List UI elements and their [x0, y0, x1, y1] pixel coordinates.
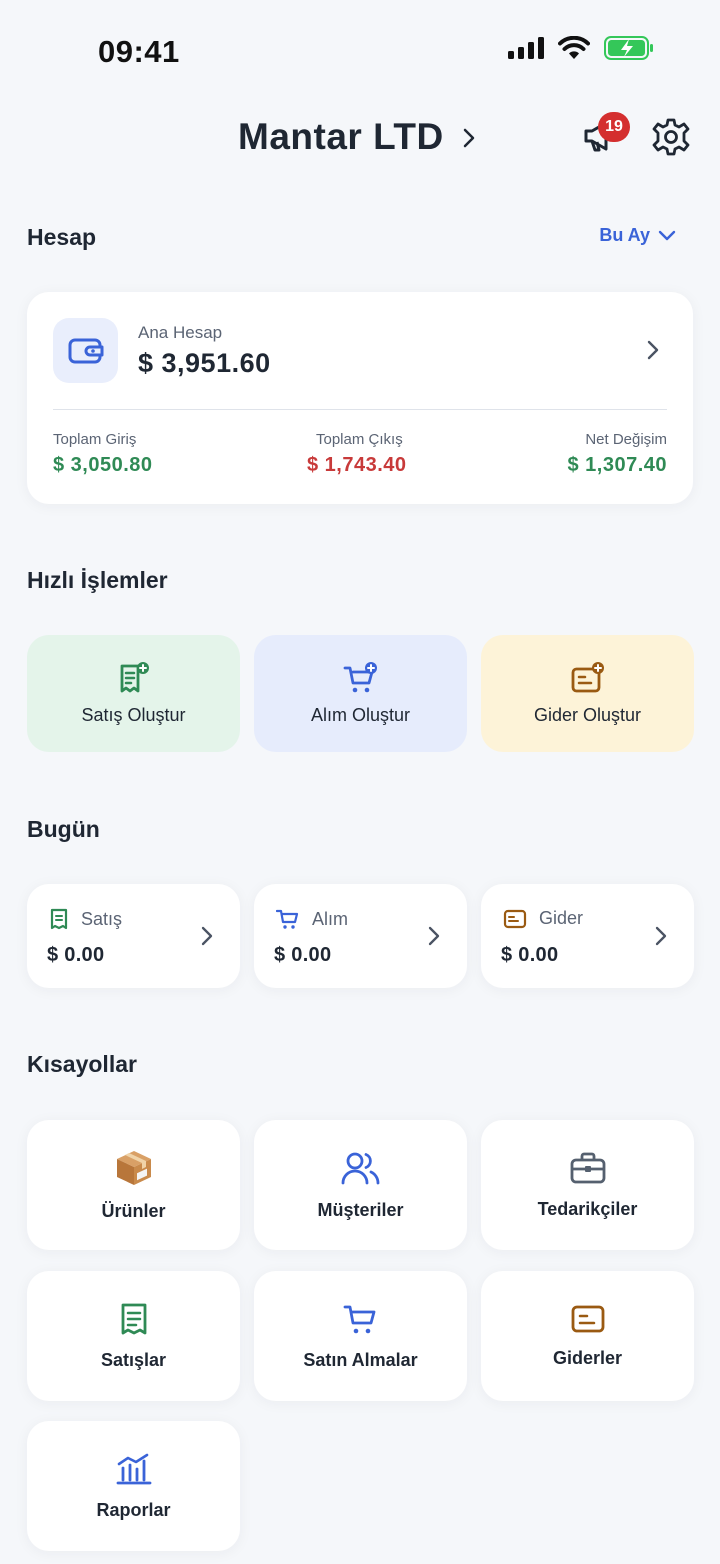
status-time: 09:41 — [98, 34, 180, 69]
chevron-right-icon[interactable] — [459, 126, 479, 150]
today-expenses-card[interactable]: Gider $ 0.00 — [481, 884, 694, 988]
wallet-icon — [68, 338, 103, 363]
shortcut-purchases-label: Satın Almalar — [303, 1349, 418, 1370]
stat-label-total-out: Toplam Çıkış — [316, 431, 403, 448]
stat-value-total-out: $ 1,743.40 — [307, 454, 407, 476]
notification-badge: 19 — [598, 112, 630, 142]
shortcut-products[interactable]: Ürünler — [27, 1120, 240, 1250]
today-purchases-header: Alım — [276, 908, 348, 930]
shortcut-products-label: Ürünler — [101, 1200, 166, 1221]
today-sales-card[interactable]: Satış $ 0.00 — [27, 884, 240, 988]
expense-icon — [571, 1305, 604, 1332]
create-sale-label: Satış Oluştur — [81, 705, 186, 725]
expense-plus-icon — [571, 662, 604, 693]
receipt-plus-icon — [120, 662, 149, 693]
cart-plus-icon — [343, 662, 377, 693]
today-expenses-header: Gider — [503, 908, 583, 929]
stat-value-net-change: $ 1,307.40 — [567, 454, 667, 476]
shortcut-suppliers-label: Tedarikçiler — [537, 1198, 638, 1219]
period-selector[interactable]: Bu Ay — [599, 225, 676, 246]
today-purchases-label: Alım — [312, 908, 348, 929]
cart-icon — [343, 1305, 375, 1333]
today-sales-label: Satış — [81, 908, 123, 929]
status-icons — [508, 36, 654, 60]
gear-icon[interactable] — [650, 114, 692, 160]
account-card[interactable]: Ana Hesap $ 3,951.60 Toplam Giriş $ 3,05… — [27, 292, 693, 504]
shortcut-customers-label: Müşteriler — [317, 1199, 404, 1220]
chevron-right-icon — [655, 926, 667, 946]
today-expenses-label: Gider — [539, 908, 584, 928]
period-label: Bu Ay — [599, 225, 650, 245]
wifi-icon — [558, 36, 590, 59]
shortcut-purchases[interactable]: Satın Almalar — [254, 1271, 467, 1401]
divider — [53, 409, 667, 410]
shortcut-expenses-label: Giderler — [552, 1347, 623, 1368]
today-sales-value: $ 0.00 — [47, 944, 105, 966]
today-sales-header: Satış — [49, 908, 122, 930]
shortcut-sales-label: Satışlar — [100, 1349, 167, 1370]
today-purchases-value: $ 0.00 — [274, 944, 332, 966]
chevron-right-icon — [428, 926, 440, 946]
chevron-right-icon[interactable] — [645, 339, 661, 361]
cart-icon — [276, 909, 299, 929]
shortcut-expenses[interactable]: Giderler — [481, 1271, 694, 1401]
stat-label-total-in: Toplam Giriş — [53, 431, 137, 448]
users-icon — [341, 1152, 379, 1184]
shortcut-customers[interactable]: Müşteriler — [254, 1120, 467, 1250]
package-icon — [116, 1150, 151, 1185]
section-title-account: Hesap — [27, 224, 97, 250]
shortcut-reports[interactable]: Raporlar — [27, 1421, 240, 1551]
account-name: Ana Hesap — [138, 323, 223, 342]
receipt-icon — [50, 908, 68, 930]
company-name[interactable]: Mantar LTD — [238, 116, 444, 158]
wallet-icon-box — [53, 318, 118, 383]
chart-icon — [116, 1453, 151, 1484]
today-expenses-value: $ 0.00 — [501, 944, 559, 966]
today-purchases-card[interactable]: Alım $ 0.00 — [254, 884, 467, 988]
create-expense-label: Gider Oluştur — [533, 705, 642, 725]
create-purchase-label: Alım Oluştur — [310, 705, 411, 725]
section-title-today: Bugün — [27, 816, 100, 842]
section-title-quick-actions: Hızlı İşlemler — [27, 567, 168, 593]
stat-value-total-in: $ 3,050.80 — [53, 454, 153, 476]
account-balance: $ 3,951.60 — [138, 348, 271, 378]
signal-icon — [508, 37, 544, 59]
create-purchase-button[interactable]: Alım Oluştur — [254, 635, 467, 752]
shortcut-suppliers[interactable]: Tedarikçiler — [481, 1120, 694, 1250]
briefcase-icon — [570, 1152, 605, 1183]
chevron-right-icon — [201, 926, 213, 946]
create-expense-button[interactable]: Gider Oluştur — [481, 635, 694, 752]
battery-charging-icon — [604, 36, 653, 60]
create-sale-button[interactable]: Satış Oluştur — [27, 635, 240, 752]
shortcut-sales[interactable]: Satışlar — [27, 1271, 240, 1401]
receipt-icon — [121, 1303, 146, 1334]
chevron-down-icon — [658, 230, 676, 240]
stat-label-net-change: Net Değişim — [585, 431, 667, 448]
section-title-shortcuts: Kısayollar — [27, 1051, 137, 1077]
shortcut-reports-label: Raporlar — [96, 1499, 171, 1520]
expense-icon — [503, 909, 527, 928]
